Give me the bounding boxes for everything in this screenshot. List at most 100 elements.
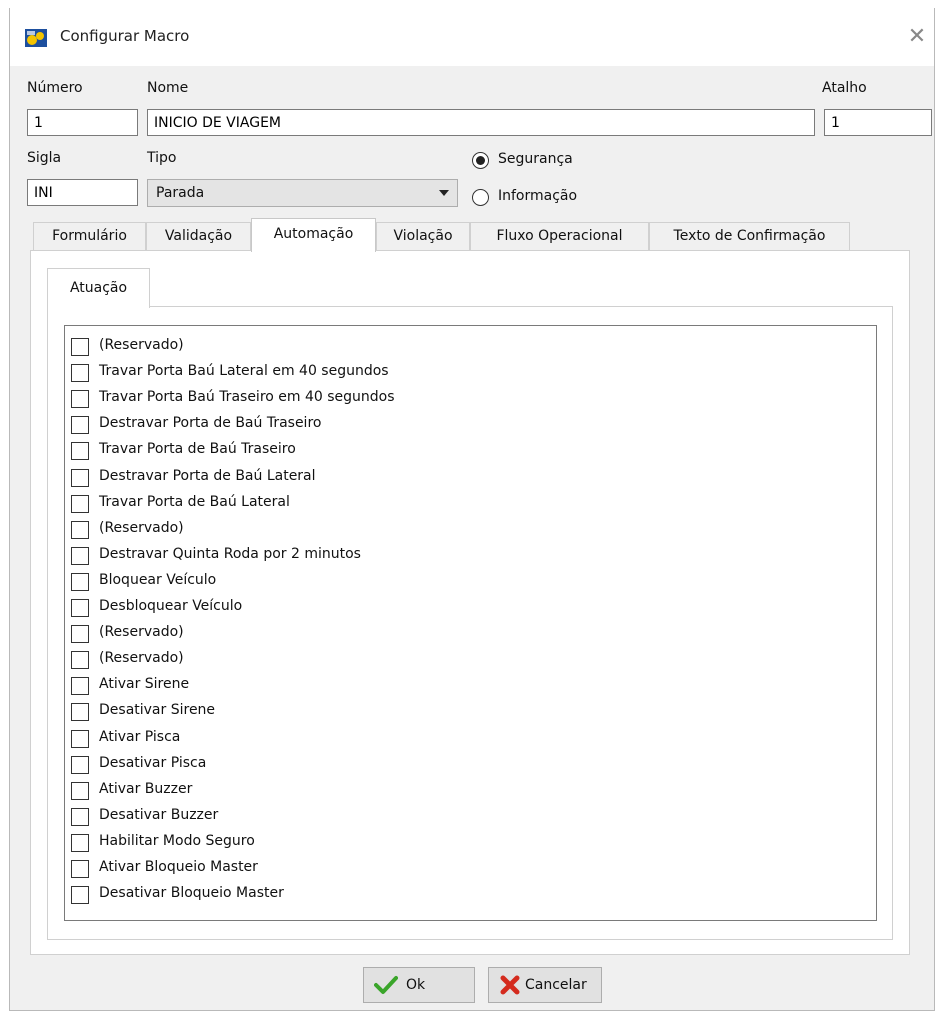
checkbox-label: Desativar Pisca [99, 754, 207, 771]
checkbox[interactable] [71, 494, 89, 513]
checkbox-label: Travar Porta Baú Traseiro em 40 segundos [99, 389, 395, 406]
atalho-label: Atalho [822, 80, 867, 96]
dialog-window: Configurar Macro ✕ Número Nome Atalho 1 … [9, 8, 935, 1011]
list-item[interactable]: Destravar Porta de Baú Lateral [71, 466, 851, 488]
checkbox[interactable] [71, 338, 89, 356]
numero-label: Número [27, 80, 83, 96]
numero-input[interactable]: 1 [27, 109, 138, 136]
checkbox-label: (Reservado) [99, 650, 184, 667]
checkbox-label: (Reservado) [99, 519, 184, 536]
checkbox-label: Travar Porta Baú Lateral em 40 segundos [99, 363, 389, 380]
checkbox-label: (Reservado) [99, 624, 184, 641]
checkbox[interactable] [71, 625, 89, 644]
checkbox[interactable] [71, 807, 89, 826]
tipo-label: Tipo [147, 150, 177, 166]
list-item[interactable]: (Reservado) [71, 335, 851, 357]
ok-button-label: Ok [406, 977, 426, 993]
list-item[interactable]: Destravar Porta de Baú Traseiro [71, 413, 851, 435]
checkbox[interactable] [71, 416, 89, 435]
checkbox[interactable] [71, 677, 89, 696]
list-item[interactable]: Destravar Quinta Roda por 2 minutos [71, 544, 851, 566]
list-item[interactable]: Bloquear Veículo [71, 570, 851, 592]
checkbox[interactable] [71, 755, 89, 774]
checkbox-label: Desativar Bloqueio Master [99, 885, 284, 902]
tab-automacao[interactable]: Automação [251, 218, 376, 252]
atalho-input[interactable]: 1 [824, 109, 932, 136]
list-item[interactable]: Desbloquear Veículo [71, 596, 851, 618]
checkbox[interactable] [71, 886, 89, 905]
checkbox-label: Destravar Quinta Roda por 2 minutos [99, 545, 361, 562]
title-bar[interactable]: Configurar Macro ✕ [10, 8, 934, 66]
checkbox[interactable] [71, 781, 89, 800]
checkbox[interactable] [71, 546, 89, 565]
checkbox-label: Ativar Bloqueio Master [99, 859, 258, 875]
list-item[interactable]: Travar Porta Baú Lateral em 40 segundos [71, 361, 851, 383]
checkbox[interactable] [71, 468, 89, 487]
tab-validacao[interactable]: Validação [146, 222, 251, 250]
window-title: Configurar Macro [60, 27, 190, 45]
checkbox[interactable] [71, 364, 89, 383]
sigla-input[interactable]: INI [27, 179, 138, 206]
checkbox-label: Ativar Pisca [99, 728, 181, 745]
checkbox-label: Ativar Buzzer [99, 780, 193, 797]
list-item[interactable]: Travar Porta de Baú Traseiro [71, 439, 851, 461]
checkbox-label: Desativar Buzzer [99, 806, 219, 823]
list-item[interactable]: (Reservado) [71, 648, 851, 670]
checkbox[interactable] [71, 651, 89, 670]
list-item[interactable]: Ativar Pisca [71, 727, 851, 749]
checkmark-icon [374, 976, 398, 994]
tab-formulario[interactable]: Formulário [33, 222, 146, 250]
list-item[interactable]: Desativar Bloqueio Master [71, 883, 851, 905]
checkbox[interactable] [71, 703, 89, 722]
list-item[interactable]: Desativar Pisca [71, 753, 851, 775]
checkbox-label: Destravar Porta de Baú Lateral [99, 467, 316, 484]
tab-violacao[interactable]: Violação [376, 222, 470, 250]
radio-seguranca[interactable] [472, 152, 489, 169]
checkbox[interactable] [71, 442, 89, 461]
tipo-select[interactable]: Parada [147, 179, 458, 207]
checkbox[interactable] [71, 860, 89, 878]
cancel-button-label: Cancelar [525, 977, 587, 993]
list-item[interactable]: Ativar Sirene [71, 674, 851, 696]
checkbox[interactable] [71, 729, 89, 748]
checkbox-label: Desativar Sirene [99, 702, 216, 719]
checkbox-label: (Reservado) [99, 337, 184, 353]
chevron-down-icon [439, 190, 449, 196]
list-item[interactable]: Habilitar Modo Seguro [71, 831, 851, 853]
automacao-tab-panel: Atuação (Reservado) Travar Porta Baú Late… [30, 250, 910, 955]
checkbox[interactable] [71, 390, 89, 409]
nome-label: Nome [147, 80, 189, 96]
tab-fluxo-operacional[interactable]: Fluxo Operacional [470, 222, 649, 250]
radio-seguranca-label: Segurança [498, 151, 573, 167]
ok-button[interactable]: Ok [363, 967, 475, 1003]
red-x-icon [500, 975, 520, 995]
checkbox[interactable] [71, 833, 89, 852]
list-item[interactable]: (Reservado) [71, 518, 851, 540]
list-item[interactable]: Desativar Sirene [71, 700, 851, 722]
checkbox-label: Travar Porta de Baú Traseiro [99, 441, 296, 458]
close-icon[interactable]: ✕ [904, 24, 930, 50]
atuacao-checkbox-list[interactable]: (Reservado) Travar Porta Baú Lateral em 4… [64, 325, 877, 921]
checkbox-label: Desbloquear Veículo [99, 598, 243, 614]
sigla-label: Sigla [27, 150, 62, 166]
checkbox-label: Destravar Porta de Baú Traseiro [99, 415, 322, 432]
tipo-selected-value: Parada [156, 185, 205, 201]
checkbox[interactable] [71, 599, 89, 617]
nome-input[interactable]: INICIO DE VIAGEM [147, 109, 815, 136]
list-item[interactable]: Ativar Buzzer [71, 779, 851, 801]
checkbox-label: Bloquear Veículo [99, 571, 217, 588]
checkbox[interactable] [71, 520, 89, 539]
tab-atuacao[interactable]: Atuação [47, 268, 150, 308]
list-item[interactable]: Travar Porta de Baú Lateral [71, 492, 851, 514]
radio-informacao[interactable] [472, 189, 489, 206]
list-item[interactable]: Desativar Buzzer [71, 805, 851, 827]
cancel-button[interactable]: Cancelar [488, 967, 602, 1003]
checkbox-label: Travar Porta de Baú Lateral [99, 493, 290, 510]
checkbox-label: Habilitar Modo Seguro [99, 832, 255, 849]
list-item[interactable]: Travar Porta Baú Traseiro em 40 segundos [71, 387, 851, 409]
checkbox[interactable] [71, 572, 89, 591]
list-item[interactable]: (Reservado) [71, 622, 851, 644]
atuacao-panel: (Reservado) Travar Porta Baú Lateral em 4… [47, 306, 893, 940]
tab-texto-de-confirmacao[interactable]: Texto de Confirmação [649, 222, 850, 250]
list-item[interactable]: Ativar Bloqueio Master [71, 857, 851, 879]
